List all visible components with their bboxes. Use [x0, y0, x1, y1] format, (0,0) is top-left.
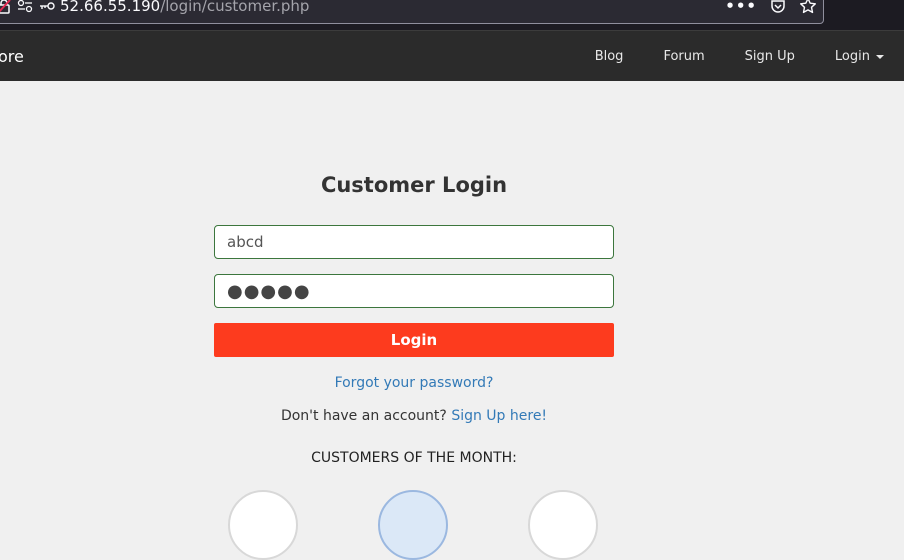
username-field[interactable]: abcd: [214, 225, 614, 259]
bookmark-star-icon[interactable]: [799, 0, 817, 15]
nav-link-blog[interactable]: Blog: [575, 31, 644, 82]
nav-link-sign-up[interactable]: Sign Up: [725, 31, 815, 82]
url-text[interactable]: 52.66.55.190/login/customer.php: [60, 0, 309, 15]
login-title: Customer Login: [320, 173, 508, 197]
nav-links: Blog Forum Sign Up Login: [575, 31, 904, 82]
customers-of-month-heading: CUSTOMERS OF THE MONTH:: [311, 450, 517, 466]
customer-avatar: [228, 490, 298, 560]
page-actions-menu-icon[interactable]: •••: [725, 0, 757, 15]
brand-name[interactable]: ore: [0, 47, 24, 66]
pocket-icon[interactable]: [769, 0, 787, 15]
nav-login-dropdown[interactable]: Login: [815, 31, 904, 82]
customer-avatar: [378, 490, 448, 560]
url-actions: •••: [725, 0, 817, 15]
url-path: /login/customer.php: [160, 0, 310, 15]
signup-link[interactable]: Sign Up here!: [451, 408, 547, 424]
site-navbar: ore Blog Forum Sign Up Login: [0, 30, 904, 81]
address-bar[interactable]: 52.66.55.190/login/customer.php •••: [0, 0, 824, 24]
signup-prompt: Don't have an account? Sign Up here!: [214, 408, 614, 424]
address-bar-icons: [0, 0, 55, 14]
password-field[interactable]: ●●●●●: [214, 274, 614, 308]
forgot-password-link[interactable]: Forgot your password?: [214, 375, 614, 391]
nav-login-label: Login: [834, 49, 870, 64]
caret-down-icon: [876, 54, 884, 59]
url-host: 52.66.55.190: [60, 0, 161, 15]
browser-toolbar: 52.66.55.190/login/customer.php •••: [0, 0, 904, 30]
nav-link-forum[interactable]: Forum: [643, 31, 724, 82]
customer-avatar: [528, 490, 598, 560]
signup-prompt-text: Don't have an account?: [280, 408, 452, 424]
insecure-lock-icon[interactable]: [0, 0, 11, 14]
key-icon[interactable]: [39, 0, 55, 13]
permissions-icon[interactable]: [17, 0, 33, 13]
login-button[interactable]: Login: [214, 323, 614, 357]
